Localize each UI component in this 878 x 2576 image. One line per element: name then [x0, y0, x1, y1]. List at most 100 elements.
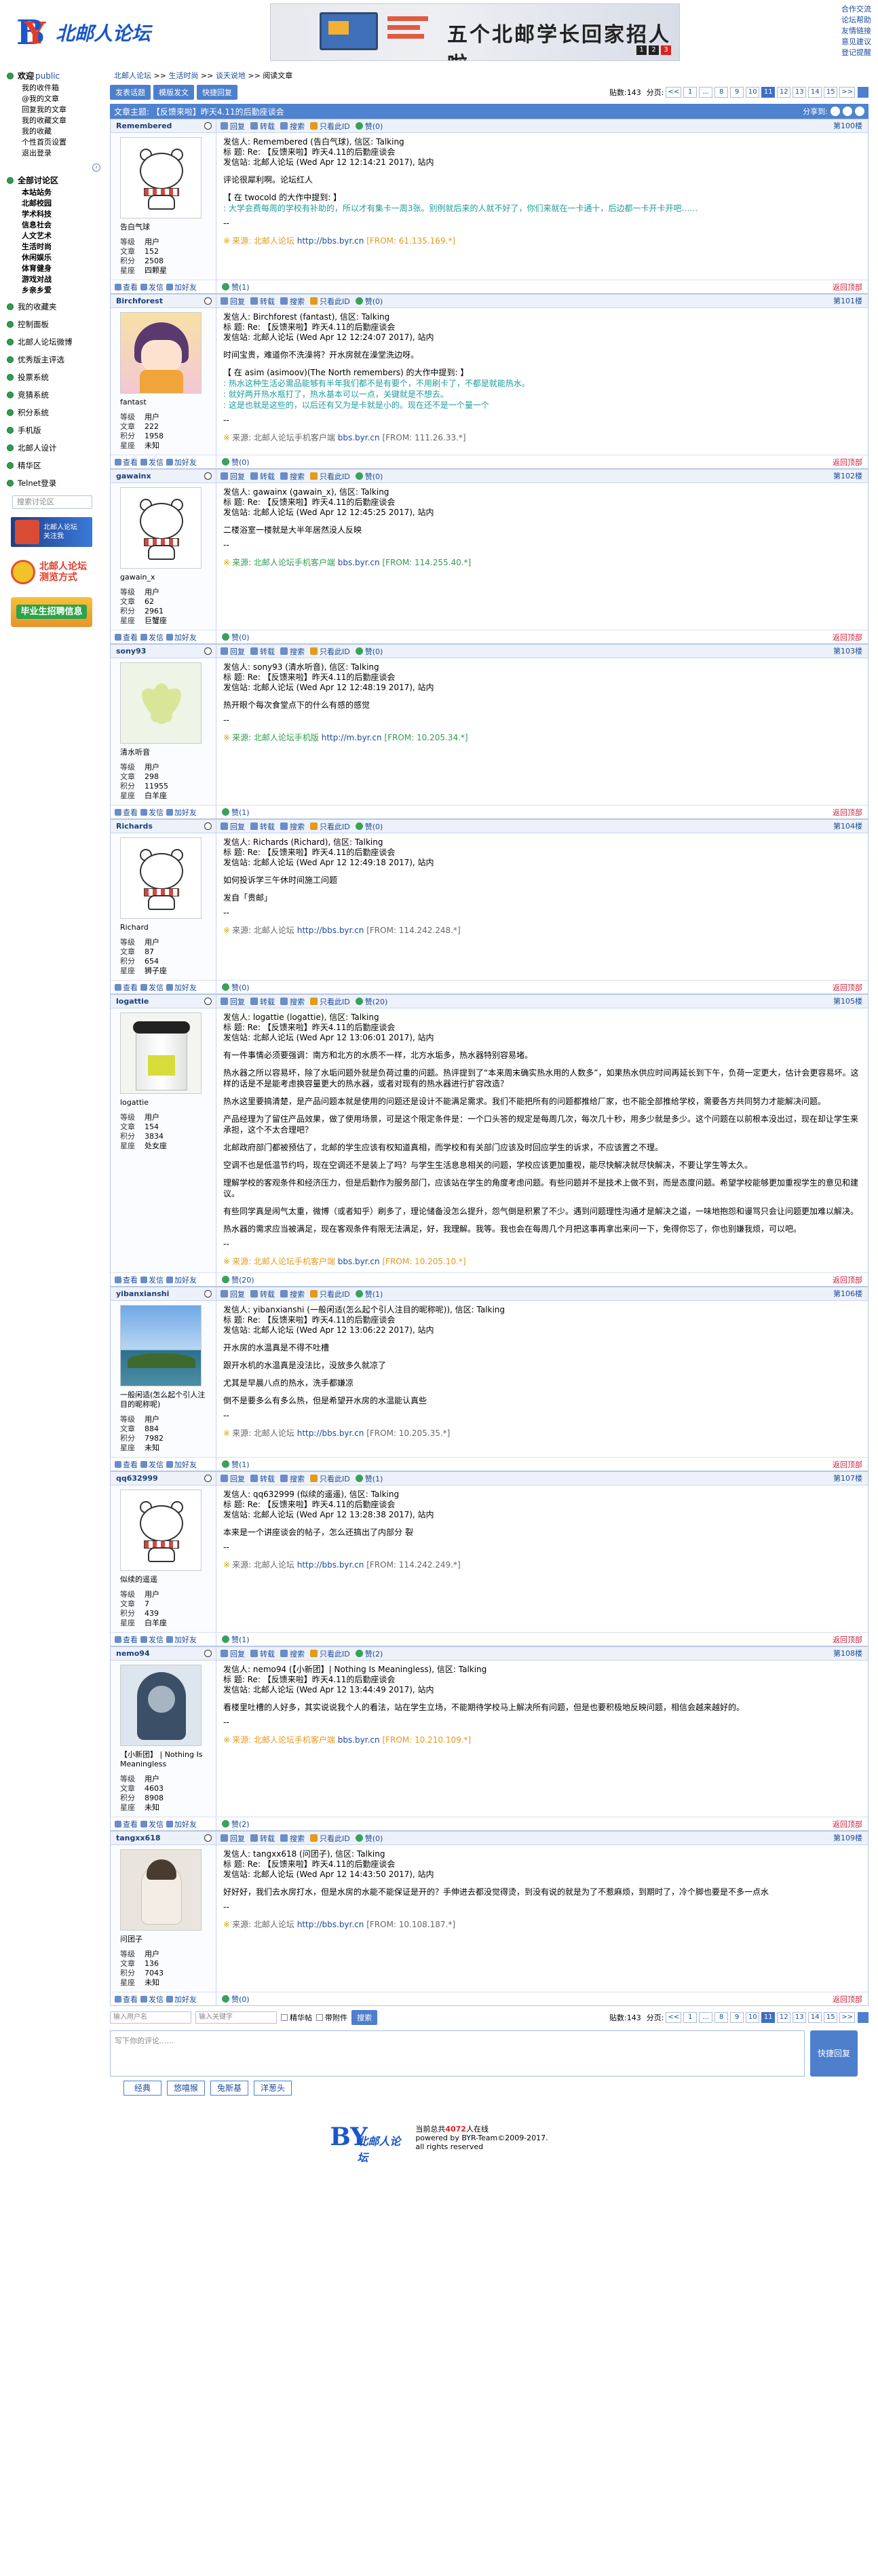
like-button[interactable]: 赞(0): [355, 296, 383, 307]
send-mail-button[interactable]: 发信: [140, 1274, 164, 1285]
sidebar-item[interactable]: Telnet登录: [7, 476, 102, 490]
avatar[interactable]: [120, 312, 202, 394]
search-button[interactable]: 搜索: [280, 471, 305, 482]
top-link[interactable]: 论坛帮助: [841, 15, 871, 26]
sidebar-item[interactable]: 精华区: [7, 459, 102, 472]
source-link[interactable]: http://m.byr.cn: [322, 733, 382, 742]
view-profile-button[interactable]: 查看: [115, 1634, 138, 1645]
forum-item[interactable]: 休闲娱乐: [22, 252, 102, 263]
sidebar-item[interactable]: 控制面板: [7, 318, 102, 331]
post-username[interactable]: Remembered: [111, 119, 216, 132]
view-profile-button[interactable]: 查看: [115, 1994, 138, 2005]
add-friend-button[interactable]: 加好友: [166, 632, 197, 643]
top-link[interactable]: 合作交流: [841, 4, 871, 15]
sidebar-item[interactable]: 手机版: [7, 423, 102, 437]
page-link[interactable]: >>: [839, 2012, 855, 2023]
add-friend-button[interactable]: 加好友: [166, 982, 197, 993]
only-this-id-button[interactable]: 只看此ID: [310, 646, 350, 657]
back-to-top-link[interactable]: 返回顶部: [833, 1274, 862, 1285]
view-profile-button[interactable]: 查看: [115, 282, 138, 292]
keyword-input[interactable]: 输入关键字: [195, 2011, 277, 2024]
search-button[interactable]: 搜索: [280, 1833, 305, 1844]
post-username[interactable]: gawainx: [111, 470, 216, 482]
reply-button[interactable]: 回复: [221, 1648, 245, 1659]
forum-search-input[interactable]: 搜索讨论区: [12, 495, 92, 509]
page-go-button[interactable]: [858, 2012, 869, 2023]
forum-item[interactable]: 体育健身: [22, 263, 102, 274]
reply-textarea[interactable]: 写下你的评论......: [110, 2030, 805, 2077]
reply-button[interactable]: 回复: [221, 1833, 245, 1844]
reply-button[interactable]: 回复: [221, 996, 245, 1007]
floor-number[interactable]: 第107楼: [827, 1472, 868, 1485]
user-link[interactable]: 我的收藏文章: [22, 115, 102, 126]
floor-number[interactable]: 第101楼: [827, 295, 868, 307]
forum-item[interactable]: 本站站务: [22, 187, 102, 198]
only-this-id-button[interactable]: 只看此ID: [310, 471, 350, 482]
only-this-id-button[interactable]: 只看此ID: [310, 1648, 350, 1659]
page-link[interactable]: 9: [730, 2012, 744, 2023]
forward-button[interactable]: 转载: [250, 1289, 275, 1300]
send-mail-button[interactable]: 发信: [140, 1459, 164, 1470]
sidebar-collapse[interactable]: ‹: [7, 162, 102, 172]
avatar[interactable]: [120, 1012, 202, 1094]
search-button[interactable]: 搜索: [280, 121, 305, 132]
send-mail-button[interactable]: 发信: [140, 982, 164, 993]
promo-weibo[interactable]: 北邮人论坛 关注我: [11, 517, 92, 547]
like-button[interactable]: 赞(1): [222, 282, 250, 292]
forum-item[interactable]: 信息社会: [22, 220, 102, 231]
page-link[interactable]: 15: [824, 87, 838, 98]
view-profile-button[interactable]: 查看: [115, 1819, 138, 1830]
source-link[interactable]: http://bbs.byr.cn: [297, 1428, 364, 1438]
like-button[interactable]: 赞(0): [222, 457, 250, 468]
page-link[interactable]: >>: [839, 87, 855, 98]
site-logo[interactable]: BY 北邮人论坛: [14, 10, 151, 52]
source-link[interactable]: http://bbs.byr.cn: [297, 236, 364, 246]
share-qq-icon[interactable]: [843, 107, 852, 116]
page-link[interactable]: 14: [808, 87, 822, 98]
search-button[interactable]: 搜索: [280, 1648, 305, 1659]
page-link[interactable]: 12: [777, 87, 791, 98]
breadcrumb-item[interactable]: 北邮人论坛: [114, 71, 151, 80]
like-button[interactable]: 赞(2): [355, 1648, 383, 1659]
avatar[interactable]: [120, 1490, 202, 1571]
new-topic-button[interactable]: 发表话题: [110, 85, 151, 100]
forum-item[interactable]: 北邮校园: [22, 198, 102, 209]
like-button[interactable]: 赞(0): [355, 646, 383, 657]
page-link[interactable]: 1: [683, 87, 698, 98]
promo-jobs[interactable]: 毕业生招聘信息: [11, 597, 92, 627]
breadcrumb-item[interactable]: 谈天说地: [216, 71, 246, 80]
add-friend-button[interactable]: 加好友: [166, 807, 197, 818]
forum-item[interactable]: 游戏对战: [22, 274, 102, 285]
page-link[interactable]: 8: [714, 87, 729, 98]
source-link[interactable]: bbs.byr.cn: [338, 1257, 380, 1266]
promo-browse[interactable]: 北邮人论坛 测览方式: [11, 555, 92, 589]
add-friend-button[interactable]: 加好友: [166, 457, 197, 468]
page-link[interactable]: 10: [746, 2012, 760, 2023]
post-username[interactable]: qq632999: [111, 1472, 216, 1485]
banner-ad[interactable]: 五个北邮学长回家招人啦~ 1 2 3: [270, 3, 680, 61]
user-link[interactable]: 退出登录: [22, 148, 102, 159]
back-to-top-link[interactable]: 返回顶部: [833, 1459, 862, 1470]
page-link[interactable]: 8: [714, 2012, 729, 2023]
only-this-id-button[interactable]: 只看此ID: [310, 296, 350, 307]
forward-button[interactable]: 转载: [250, 1833, 275, 1844]
user-link[interactable]: 我的收件箱: [22, 83, 102, 94]
floor-number[interactable]: 第109楼: [827, 1832, 868, 1844]
like-button[interactable]: 赞(20): [355, 996, 387, 1007]
forum-item[interactable]: 生活时尚: [22, 242, 102, 252]
send-mail-button[interactable]: 发信: [140, 1994, 164, 2005]
forum-item[interactable]: 乡亲乡爱: [22, 285, 102, 296]
avatar[interactable]: [120, 137, 202, 219]
avatar[interactable]: [120, 1665, 202, 1746]
quick-reply-button[interactable]: 快捷回复: [197, 85, 237, 100]
source-link[interactable]: http://bbs.byr.cn: [297, 1920, 364, 1929]
source-link[interactable]: http://bbs.byr.cn: [297, 1560, 364, 1570]
floor-number[interactable]: 第103楼: [827, 645, 868, 658]
search-button[interactable]: 搜索: [280, 296, 305, 307]
like-button[interactable]: 赞(0): [355, 121, 383, 132]
attachment-checkbox[interactable]: 带附件: [316, 2012, 347, 2023]
page-link[interactable]: 13: [793, 2012, 807, 2023]
forward-button[interactable]: 转载: [250, 296, 275, 307]
like-button[interactable]: 赞(20): [222, 1274, 254, 1285]
post-username[interactable]: logattie: [111, 995, 216, 1008]
